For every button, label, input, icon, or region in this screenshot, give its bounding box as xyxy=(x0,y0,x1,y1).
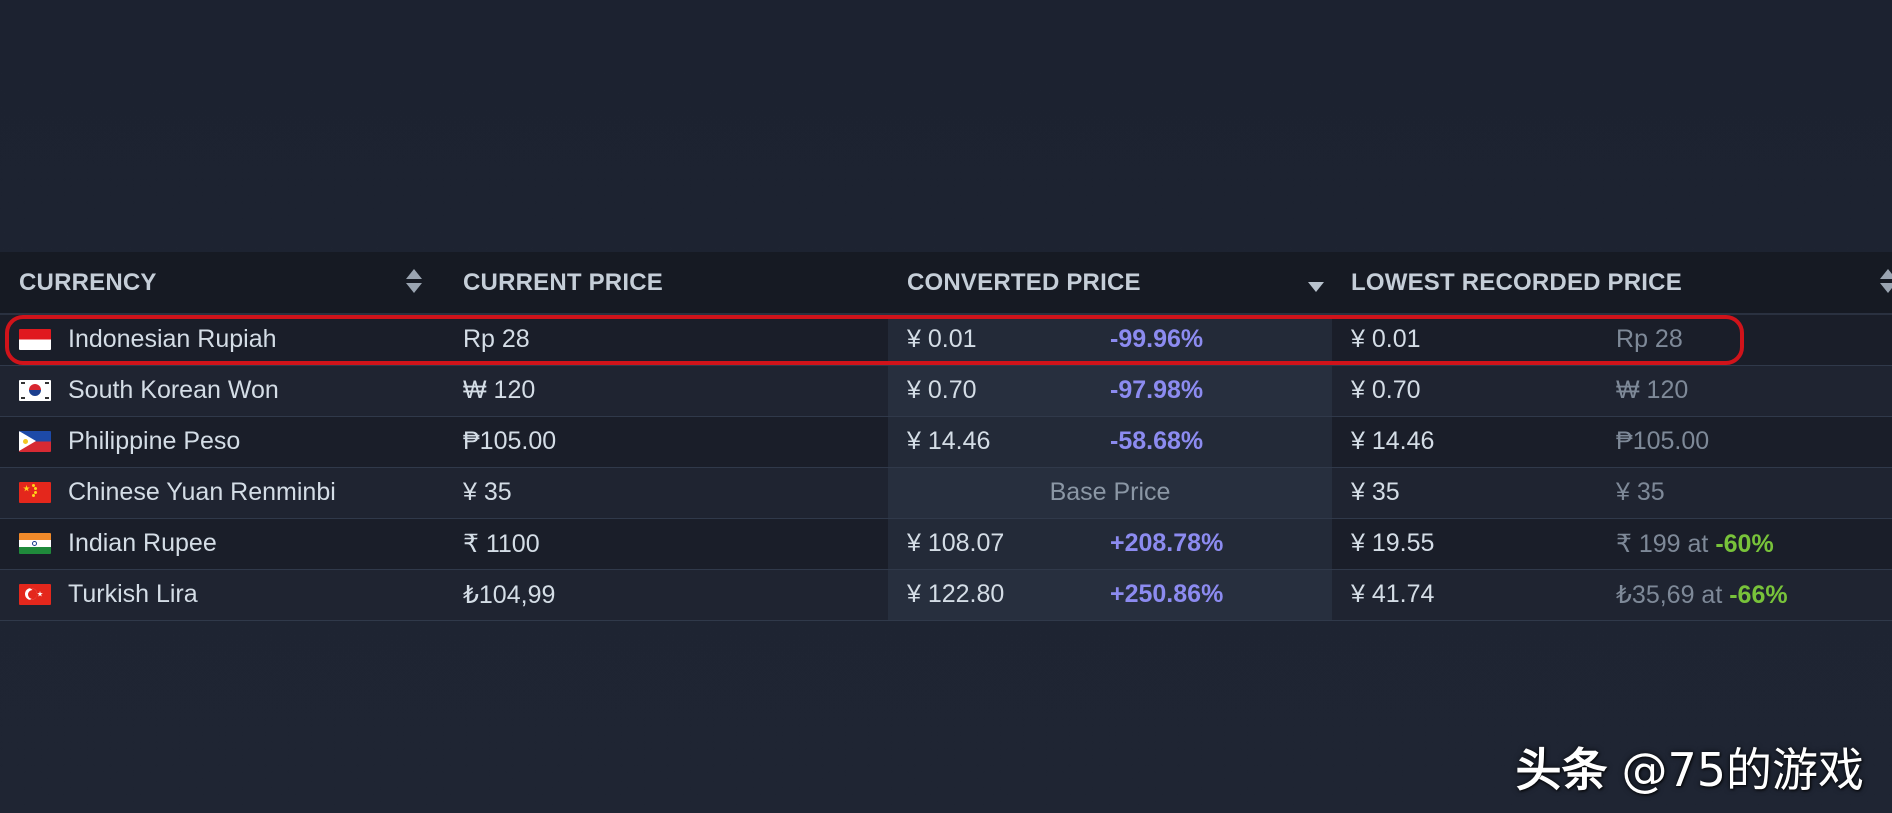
turkey-flag-icon xyxy=(19,584,51,605)
south-korea-flag-icon xyxy=(19,380,51,401)
table-row[interactable]: South Korean Won ₩ 120 ¥ 0.70 -97.98% ¥ … xyxy=(0,365,1892,417)
base-price-label: Base Price xyxy=(888,467,1333,519)
currency-name: Indonesian Rupiah xyxy=(68,325,277,354)
current-price-cell: ₩ 120 xyxy=(444,365,888,417)
lowest-converted-cell: ¥ 0.01 xyxy=(1332,314,1617,366)
converted-price-cell: ¥ 108.07 xyxy=(888,518,1110,570)
current-price-cell: ₹ 1100 xyxy=(444,518,888,570)
table-row[interactable]: Chinese Yuan Renminbi ¥ 35 Base Price ¥ … xyxy=(0,467,1892,519)
sort-toggle-icon[interactable] xyxy=(406,269,422,295)
converted-price-cell: ¥ 122.80 xyxy=(888,569,1110,621)
lowest-converted-cell: ¥ 35 xyxy=(1332,467,1617,519)
price-difference-cell: -97.98% xyxy=(1110,365,1333,417)
currency-cell: South Korean Won xyxy=(0,365,444,417)
currency-cell: Chinese Yuan Renminbi xyxy=(0,467,444,519)
current-price-cell: ¥ 35 xyxy=(444,467,888,519)
price-difference-cell: +208.78% xyxy=(1110,518,1333,570)
india-flag-icon xyxy=(19,533,51,554)
currency-cell: Philippine Peso xyxy=(0,416,444,468)
column-header-label: CONVERTED PRICE xyxy=(907,268,1141,296)
column-header-lowest-recorded-price[interactable]: LOWEST RECORDED PRICE xyxy=(1332,252,1892,315)
lowest-original-value: ¥ 35 xyxy=(1616,478,1665,506)
lowest-original-value: ₹ 199 at xyxy=(1616,529,1716,558)
currency-name: Indian Rupee xyxy=(68,529,217,557)
price-difference-cell: +250.86% xyxy=(1110,569,1333,621)
current-price-cell: ₱105.00 xyxy=(444,416,888,468)
table-header-row: CURRENCY CURRENT PRICE CONVERTED PRICE L… xyxy=(0,252,1892,315)
currency-name: Philippine Peso xyxy=(68,427,241,455)
table-row[interactable]: Turkish Lira ₺104,99 ¥ 122.80 +250.86% ¥… xyxy=(0,569,1892,621)
currency-cell: Indonesian Rupiah xyxy=(0,314,444,366)
watermark: 头条 @75的游戏 xyxy=(1515,734,1864,800)
table-row[interactable]: Philippine Peso ₱105.00 ¥ 14.46 -58.68% … xyxy=(0,416,1892,468)
lowest-converted-cell: ¥ 0.70 xyxy=(1332,365,1617,417)
lowest-converted-cell: ¥ 14.46 xyxy=(1332,416,1617,468)
table-row[interactable]: Indian Rupee ₹ 1100 ¥ 108.07 +208.78% ¥ … xyxy=(0,518,1892,570)
watermark-brand: 头条 xyxy=(1515,743,1608,797)
currency-cell: Turkish Lira xyxy=(0,569,444,621)
lowest-original-value: ₺35,69 at xyxy=(1616,580,1730,609)
currency-cell: Indian Rupee xyxy=(0,518,444,570)
lowest-original-cell: ₺35,69 at -66% xyxy=(1616,569,1892,621)
sort-toggle-icon[interactable] xyxy=(1880,269,1892,295)
regional-price-table: CURRENCY CURRENT PRICE CONVERTED PRICE L… xyxy=(0,252,1892,621)
lowest-discount-value: -60% xyxy=(1715,529,1774,558)
column-header-label: CURRENCY xyxy=(19,268,157,296)
converted-price-cell: ¥ 14.46 xyxy=(888,416,1110,468)
price-difference-cell: -99.96% xyxy=(1110,314,1333,366)
indonesia-flag-icon xyxy=(19,329,51,351)
column-header-label: CURRENT PRICE xyxy=(463,268,663,296)
china-flag-icon xyxy=(19,482,51,503)
lowest-original-cell: ₱105.00 xyxy=(1616,416,1892,468)
column-header-currency[interactable]: CURRENCY xyxy=(0,252,444,315)
lowest-original-value: ₱105.00 xyxy=(1616,427,1710,455)
lowest-original-cell: ₩ 120 xyxy=(1616,365,1892,417)
lowest-original-value: ₩ 120 xyxy=(1616,376,1689,404)
converted-price-cell: ¥ 0.70 xyxy=(888,365,1110,417)
column-header-label: LOWEST RECORDED PRICE xyxy=(1351,268,1682,296)
lowest-discount-value: -66% xyxy=(1729,580,1788,609)
table-row[interactable]: Indonesian Rupiah Rp 28 ¥ 0.01 -99.96% ¥… xyxy=(0,314,1892,366)
price-difference-cell: -58.68% xyxy=(1110,416,1333,468)
currency-name: Chinese Yuan Renminbi xyxy=(68,478,336,506)
lowest-original-cell: ¥ 35 xyxy=(1616,467,1892,519)
lowest-original-value: Rp 28 xyxy=(1616,325,1683,354)
currency-name: South Korean Won xyxy=(68,376,279,404)
converted-price-cell: ¥ 0.01 xyxy=(888,314,1110,366)
sort-descending-icon[interactable] xyxy=(1308,282,1325,292)
philippines-flag-icon xyxy=(19,431,51,452)
lowest-converted-cell: ¥ 19.55 xyxy=(1332,518,1617,570)
column-header-converted-price[interactable]: CONVERTED PRICE xyxy=(888,252,1333,315)
currency-name: Turkish Lira xyxy=(68,580,198,608)
lowest-converted-cell: ¥ 41.74 xyxy=(1332,569,1617,621)
current-price-cell: ₺104,99 xyxy=(444,569,888,621)
lowest-original-cell: Rp 28 xyxy=(1616,314,1892,366)
lowest-original-cell: ₹ 199 at -60% xyxy=(1616,518,1892,570)
current-price-cell: Rp 28 xyxy=(444,314,888,366)
column-header-current-price[interactable]: CURRENT PRICE xyxy=(444,252,888,315)
watermark-handle: @75的游戏 xyxy=(1621,743,1864,797)
